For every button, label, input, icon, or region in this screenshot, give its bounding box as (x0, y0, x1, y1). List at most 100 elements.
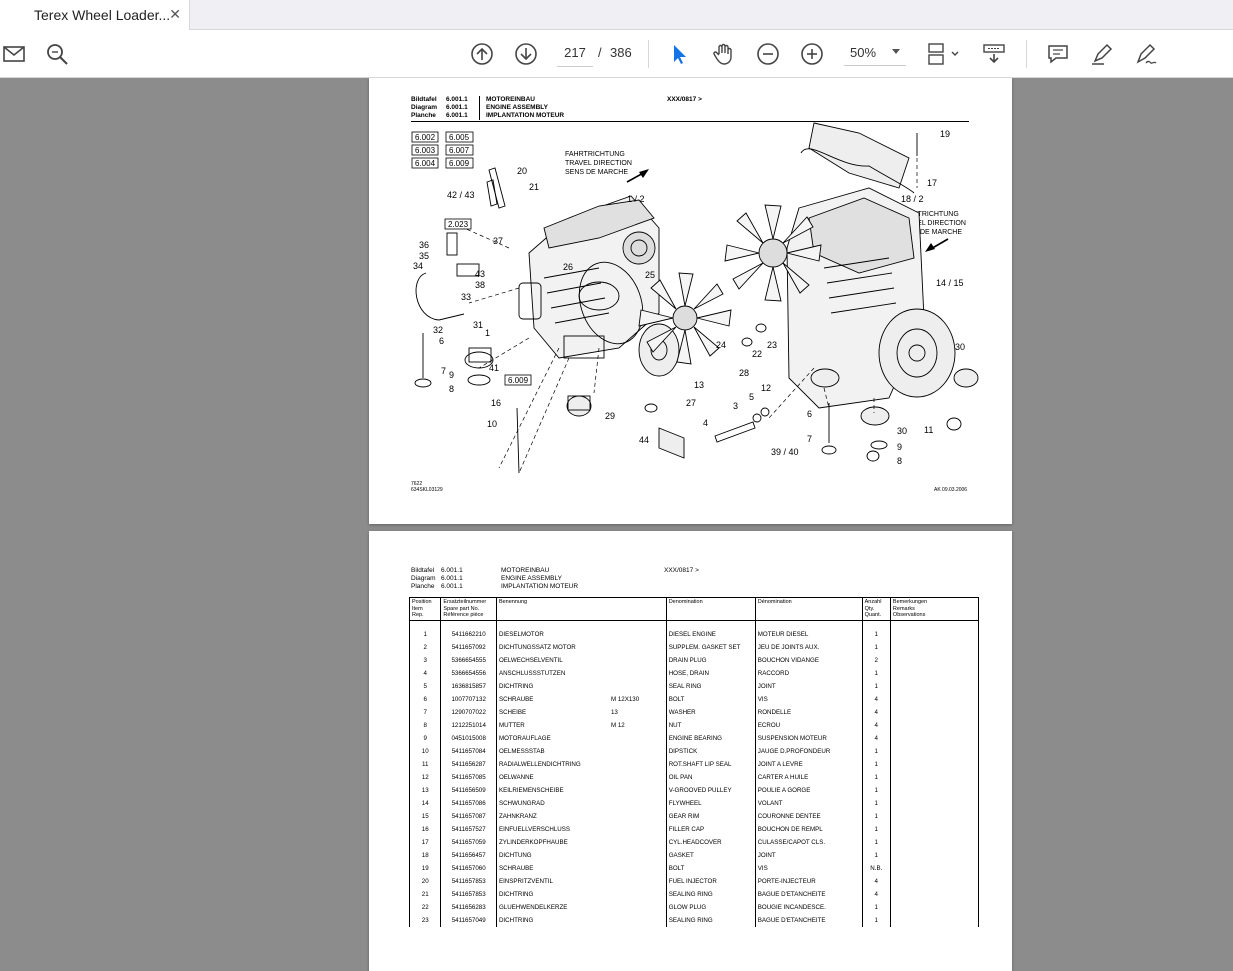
pdf-page-parts-list: Bildtafel Diagram Planche 6.001.1 6.001.1 6.… (369, 531, 1012, 971)
cell-position: 21 (408, 888, 442, 901)
document-viewer[interactable]: Bildtafel Diagram Planche 6.001.1 6.001.1 6.… (0, 78, 1233, 971)
cell-quantity: 1 (861, 758, 891, 771)
cell-denomination-en: ROT.SHAFT LIP SEAL (665, 758, 756, 771)
table-row: 16 5411657527 EINFUELLVERSCHLUSS FILLER CAP… (408, 823, 980, 836)
cell-denomination-fr: JOINT A LEVRE (754, 758, 863, 771)
callout: 21 (529, 182, 539, 192)
cell-benennung: ZAHNKRANZ (495, 810, 667, 823)
cell-part-number: 5411657087 (440, 810, 497, 823)
page-number-input[interactable] (557, 39, 593, 67)
email-icon[interactable] (2, 42, 26, 66)
scroll-mode-icon[interactable] (982, 42, 1006, 66)
cell-benennung: DICHTUNG (495, 849, 667, 862)
cell-benennung: OELWECHSELVENTIL (495, 654, 667, 667)
cell-remarks (889, 849, 980, 862)
cell-position: 3 (408, 654, 442, 667)
cell-benennung: DICHTRING (495, 914, 667, 927)
cell-denomination-fr: BOUGIE INCANDESCE. (754, 901, 863, 914)
cell-remarks (889, 654, 980, 667)
cell-benennung: SCHRAUBE (495, 862, 667, 875)
cell-part-number: 5411657060 (440, 862, 497, 875)
cell-position: 1 (408, 628, 442, 641)
previous-page-icon[interactable] (470, 42, 494, 66)
cell-remarks (889, 836, 980, 849)
cell-quantity: 1 (861, 641, 891, 654)
cell-quantity: 4 (861, 888, 891, 901)
callout: 25 (645, 270, 655, 280)
table-row: 1 5411662210 DIESELMOTOR DIESEL ENGINE MOTEU… (408, 628, 980, 641)
page-fit-icon[interactable] (926, 42, 960, 66)
callout: 33 (461, 292, 471, 302)
tab-bar: Terex Wheel Loader... ✕ (0, 0, 1233, 30)
callout: 11 (924, 425, 933, 435)
benennung-text: DICHTUNG (498, 852, 532, 859)
sheet-header-titles: MOTOREINBAU ENGINE ASSEMBLY IMPLANTATION M… (501, 567, 579, 590)
cell-position: 12 (408, 771, 442, 784)
hand-tool-icon[interactable] (712, 42, 736, 66)
cell-benennung: OELMESSSTAB (495, 745, 667, 758)
cell-quantity: 4 (861, 875, 891, 888)
benennung-text: OELMESSSTAB (498, 748, 545, 755)
table-header-row: Position Item Rep. Ersatzteilnummer Spare p… (408, 597, 980, 621)
table-row: 2 5411657092 DICHTUNGSSATZ MOTOR SUPPLEM. G… (408, 641, 980, 654)
next-page-icon[interactable] (514, 42, 538, 66)
cell-denomination-en: SEAL RING (665, 680, 756, 693)
cell-benennung: MUTTER M 12 (495, 719, 667, 732)
benennung-text: ANSCHLUSSSTUTZEN (498, 670, 566, 677)
highlight-pen-icon[interactable] (1090, 42, 1114, 66)
sign-icon[interactable] (1134, 42, 1158, 66)
tab-close-icon[interactable]: ✕ (169, 6, 181, 23)
cell-benennung: DICHTUNGSSATZ MOTOR (495, 641, 667, 654)
cell-quantity: 1 (861, 797, 891, 810)
tab-document[interactable]: Terex Wheel Loader... ✕ (0, 0, 190, 30)
table-row: 23 5411657049 DICHTRING SEALING RING BAGUE D… (408, 914, 980, 927)
benennung-text: KEILRIEMENSCHEIBE (498, 787, 564, 794)
dimension-text: M 12 (610, 722, 625, 729)
benennung-text: RADIALWELLENDICHTRING (498, 761, 581, 768)
cell-remarks (889, 693, 980, 706)
benennung-text: ZYLINDERKOPFHAUBE (498, 839, 568, 846)
callout: 1 (485, 328, 490, 338)
cell-remarks (889, 914, 980, 927)
callout: 39 / 40 (771, 447, 799, 457)
cell-part-number: 0451015008 (440, 732, 497, 745)
select-cursor-icon[interactable] (668, 42, 692, 66)
benennung-text: MUTTER (498, 722, 525, 729)
zoom-out-icon[interactable] (756, 42, 780, 66)
callout: 30 (955, 342, 965, 352)
cell-denomination-fr: VIS (754, 862, 863, 875)
ref-box: 6.002 (415, 133, 436, 142)
cell-part-number: 1290707022 (440, 706, 497, 719)
callout: 14 / 15 (936, 278, 964, 288)
ref-box: 6.009 (449, 159, 470, 168)
cell-remarks (889, 680, 980, 693)
search-icon[interactable] (45, 42, 69, 66)
cell-denomination-en: DIESEL ENGINE (665, 628, 756, 641)
cell-position: 14 (408, 797, 442, 810)
callout: 8 (449, 384, 454, 394)
cell-position: 17 (408, 836, 442, 849)
table-row: 5 1636815857 DICHTRING SEAL RING JOINT 1 (408, 680, 980, 693)
comment-icon[interactable] (1046, 42, 1070, 66)
cell-benennung: MOTORAUFLAGE (495, 732, 667, 745)
cell-remarks (889, 758, 980, 771)
cell-part-number: 5411657853 (440, 875, 497, 888)
cell-denomination-en: FUEL INJECTOR (665, 875, 756, 888)
cell-part-number: 1007707132 (440, 693, 497, 706)
cell-position: 19 (408, 862, 442, 875)
cell-denomination-en: GEAR RIM (665, 810, 756, 823)
column-header-quantity: Anzahl Qty. Quant. (861, 597, 891, 621)
zoom-in-icon[interactable] (800, 42, 824, 66)
cell-quantity: 4 (861, 732, 891, 745)
sheet-header-codes: 6.001.1 6.001.1 6.001.1 (441, 567, 463, 590)
zoom-select[interactable]: 50% (844, 40, 906, 66)
cell-part-number: 5366654555 (440, 654, 497, 667)
callout: 2.023 (448, 220, 469, 229)
cell-part-number: 5411656457 (440, 849, 497, 862)
cell-remarks (889, 745, 980, 758)
callout: 9 (897, 442, 902, 452)
cell-denomination-en: ENGINE BEARING (665, 732, 756, 745)
callout: 28 (739, 368, 749, 378)
table-row: 4 5366654556 ANSCHLUSSSTUTZEN HOSE, DRAIN RA… (408, 667, 980, 680)
benennung-text: SCHEIBE (498, 709, 527, 716)
